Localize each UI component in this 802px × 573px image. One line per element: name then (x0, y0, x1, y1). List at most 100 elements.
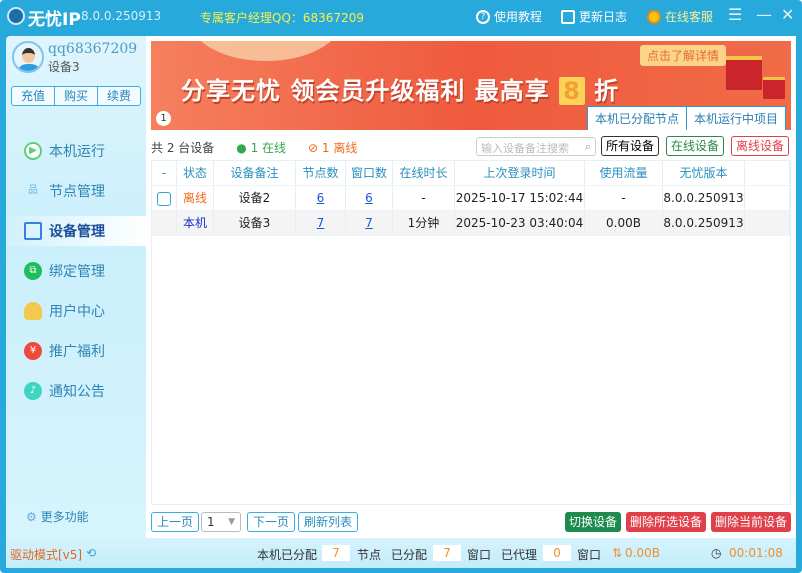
nodes-link[interactable]: 7 (317, 216, 325, 230)
nav-label: 节点管理 (49, 184, 105, 200)
device-table: - 状态 设备备注 节点数 窗口数 在线时长 上次登录时间 使用流量 无忧版本 … (151, 160, 791, 505)
status-label: 已分配 (391, 548, 428, 562)
nav-user-center[interactable]: 用户中心 (6, 296, 146, 326)
table-row[interactable]: 本机 设备3 7 7 1分钟 2025-10-23 03:40:04 0.00B… (152, 211, 790, 236)
nav-notices[interactable]: ♪ 通知公告 (6, 376, 146, 406)
app-logo-icon (7, 7, 25, 25)
gear-icon: ⚙ (26, 510, 37, 524)
sitemap-icon: 品 (28, 185, 38, 196)
duration-cell: 1分钟 (393, 211, 455, 235)
nav-promotion[interactable]: ¥ 推广福利 (6, 336, 146, 366)
delete-selected-button[interactable]: 删除所选设备 (626, 512, 707, 532)
windows-link[interactable]: 6 (365, 191, 373, 205)
close-button[interactable]: ✕ (781, 5, 794, 24)
nav-binding-management[interactable]: ⧉ 绑定管理 (6, 256, 146, 286)
last-login-cell: 2025-10-17 15:02:44 (455, 186, 585, 210)
next-page-button[interactable]: 下一页 (247, 512, 296, 532)
col-header: 无忧版本 (663, 161, 745, 185)
nodes-link[interactable]: 6 (317, 191, 325, 205)
tab-running-projects[interactable]: 本机运行中项目 (687, 107, 785, 130)
status-label: 窗口 (577, 548, 602, 562)
laptop-icon (24, 222, 42, 240)
changelog-button[interactable]: 更新日志 (561, 8, 627, 25)
banner-text: 分享无忧 领会员升级福利 最高享 8 折 (181, 77, 620, 105)
device-toolbar: 共 2 台设备 ● 1 在线 ⊘ 1 离线 输入设备备注搜索 ⌕ 所有设备 在线设… (151, 136, 791, 158)
gift-icon (763, 77, 785, 99)
version-cell: 8.0.0.250913 (663, 211, 745, 235)
tab-allocated-nodes[interactable]: 本机已分配节点 (588, 107, 687, 130)
check-circle-icon: ● (236, 140, 247, 155)
recharge-button[interactable]: 充值 (12, 87, 55, 105)
proxied-value: 0 (543, 545, 571, 561)
tutorial-label: 使用教程 (494, 10, 543, 24)
nav-label: 绑定管理 (49, 264, 105, 280)
delete-current-button[interactable]: 删除当前设备 (711, 512, 791, 532)
nav-node-management[interactable]: 品节点管理 (6, 176, 146, 206)
minimize-button[interactable]: — (756, 5, 772, 24)
promo-banner[interactable]: 分享无忧 领会员升级福利 最高享 8 折 点击了解详情 1 本机已分配节点 本机… (151, 41, 791, 130)
duration-cell: - (393, 186, 455, 210)
filter-all-button[interactable]: 所有设备 (601, 136, 660, 156)
allocated-nodes-value: 7 (322, 545, 350, 561)
traffic-value: 0.00B (625, 546, 660, 560)
traffic-icon: ⇅ (612, 546, 623, 560)
tutorial-button[interactable]: ? 使用教程 (476, 8, 542, 25)
clock-icon: ◷ (711, 546, 722, 560)
col-header: 窗口数 (346, 161, 393, 185)
allocated-windows-value: 7 (433, 545, 461, 561)
status-cell: 本机 (177, 211, 214, 235)
more-label: 更多功能 (40, 510, 89, 524)
col-header: 使用流量 (585, 161, 663, 185)
col-header: 设备备注 (214, 161, 296, 185)
traffic-cell: 0.00B (585, 211, 663, 235)
ban-icon: ⊘ (308, 140, 319, 155)
status-label: 窗口 (467, 548, 492, 562)
avatar[interactable] (12, 41, 44, 73)
status-cell: 离线 (177, 186, 214, 210)
user-device: 设备3 (48, 60, 80, 74)
nav-label: 用户中心 (49, 304, 105, 320)
col-header: 上次登录时间 (455, 161, 585, 185)
username: qq68367209 (48, 41, 138, 57)
gift-icon (726, 56, 762, 90)
renew-button[interactable]: 续费 (98, 87, 140, 105)
col-header: 状态 (177, 161, 214, 185)
sidebar: qq68367209 设备3 充值 购买 续费 ▶ 本机运行 品节点管理 设备管理… (6, 36, 146, 538)
col-header: - (152, 161, 177, 185)
menu-icon[interactable]: ☰ (728, 5, 742, 24)
search-icon: ⌕ (584, 140, 591, 153)
refresh-icon[interactable]: ⟲ (86, 546, 96, 560)
gift-bag-icon: ¥ (24, 342, 42, 360)
table-row[interactable]: 离线 设备2 6 6 - 2025-10-17 15:02:44 - 8.0.0… (152, 186, 790, 211)
filter-online-button[interactable]: 在线设备 (666, 136, 725, 156)
user-icon (24, 302, 42, 320)
online-count: ● 1 在线 (236, 140, 287, 155)
banner-page-indicator[interactable]: 1 (156, 111, 171, 126)
buy-button[interactable]: 购买 (55, 87, 98, 105)
windows-link[interactable]: 7 (365, 216, 373, 230)
support-button[interactable]: 在线客服 (647, 8, 713, 25)
refresh-list-button[interactable]: 刷新列表 (298, 512, 359, 532)
manager-qq: 专属客户经理QQ：68367209 (200, 11, 364, 25)
more-features-button[interactable]: ⚙ 更多功能 (26, 508, 89, 525)
device-search-input[interactable]: 输入设备备注搜索 ⌕ (476, 137, 596, 156)
row-checkbox[interactable] (157, 191, 171, 206)
col-header: 节点数 (296, 161, 346, 185)
page-select[interactable]: 1 ▼ (201, 512, 241, 532)
banner-detail-button[interactable]: 点击了解详情 (640, 45, 727, 66)
version-cell: 8.0.0.250913 (663, 186, 745, 210)
nav-local-run[interactable]: ▶ 本机运行 (6, 136, 146, 166)
last-login-cell: 2025-10-23 03:40:04 (455, 211, 585, 235)
help-icon: ? (476, 9, 490, 24)
traffic-cell: - (585, 186, 663, 210)
offline-count: ⊘ 1 离线 (308, 140, 358, 155)
nav-label: 推广福利 (49, 344, 105, 360)
switch-device-button[interactable]: 切换设备 (565, 512, 622, 532)
filter-offline-button[interactable]: 离线设备 (731, 136, 790, 156)
note-cell: 设备2 (214, 186, 296, 210)
nav-device-management[interactable]: 设备管理 (6, 216, 146, 246)
nav-label: 设备管理 (49, 224, 105, 240)
status-bar: 驱动模式[v5] ⟲ 本机已分配 7 节点 已分配 7 窗口 已代理 0 窗口 … (6, 538, 796, 568)
status-label: 本机已分配 (257, 548, 318, 562)
prev-page-button[interactable]: 上一页 (151, 512, 200, 532)
